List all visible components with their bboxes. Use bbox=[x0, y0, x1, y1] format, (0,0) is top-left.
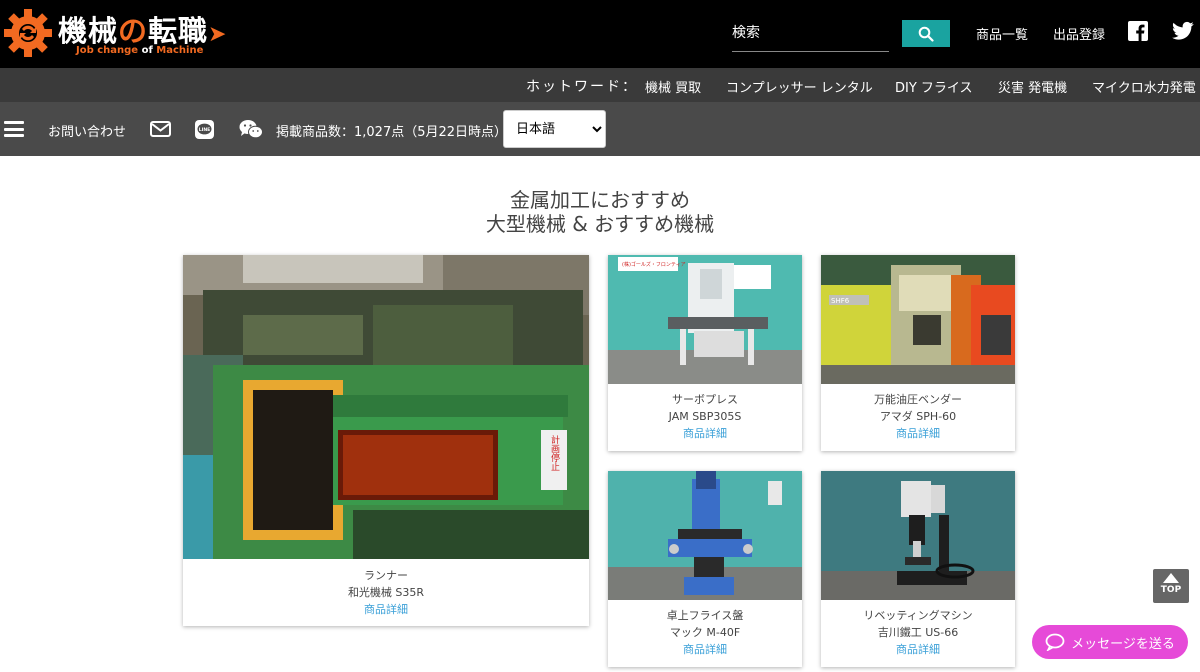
product-name: アマダ SPH-60 bbox=[879, 410, 957, 423]
product-photo bbox=[608, 471, 802, 600]
product-name: JAM SBP305S bbox=[668, 410, 742, 423]
hotword-link[interactable]: 災害 発電機 bbox=[998, 77, 1067, 96]
logo-arrow-icon: ➤ bbox=[208, 22, 228, 47]
product-name: 和光機械 S35R bbox=[347, 586, 425, 599]
mail-icon[interactable] bbox=[150, 121, 171, 137]
search-button[interactable] bbox=[902, 20, 950, 47]
section-title-line2: 大型機械 & おすすめ機械 bbox=[485, 212, 715, 236]
gear-logo-icon bbox=[4, 9, 52, 57]
back-to-top-label: TOP bbox=[1160, 585, 1182, 595]
language-select[interactable]: 日本語 bbox=[503, 110, 606, 148]
product-card[interactable]: リベッティングマシン 吉川鐵工 US-66 商品詳細 bbox=[821, 471, 1015, 667]
hotword-link[interactable]: DIY フライス bbox=[895, 77, 973, 96]
nav-product-list-link[interactable]: 商品一覧 bbox=[976, 24, 1028, 43]
logo-title: 機械の転職➤ bbox=[58, 14, 228, 48]
product-category: ランナー bbox=[364, 569, 408, 582]
hotword-label: ホットワード： bbox=[526, 79, 638, 95]
arrow-up-icon bbox=[1163, 573, 1179, 583]
product-detail-link[interactable]: 商品詳細 bbox=[608, 641, 802, 658]
product-category: 卓上フライス盤 bbox=[666, 609, 744, 622]
nav-listing-register-link[interactable]: 出品登録 bbox=[1053, 24, 1105, 43]
facebook-icon[interactable] bbox=[1128, 21, 1148, 41]
hotword-link[interactable]: 機械 買取 bbox=[645, 77, 701, 96]
product-category: 万能油圧ベンダー bbox=[874, 393, 962, 406]
wechat-icon[interactable] bbox=[239, 119, 263, 139]
hotword-link[interactable]: コンプレッサー レンタル bbox=[726, 77, 873, 96]
product-category: リベッティングマシン bbox=[863, 609, 973, 622]
search-icon bbox=[918, 26, 934, 42]
send-message-button[interactable]: メッセージを送る bbox=[1032, 625, 1188, 659]
product-photo: 計画停止 bbox=[183, 255, 589, 559]
product-detail-link[interactable]: 商品詳細 bbox=[183, 601, 589, 618]
product-detail-link[interactable]: 商品詳細 bbox=[821, 641, 1015, 658]
product-name: マック M-40F bbox=[669, 626, 741, 639]
hotword-link[interactable]: マイクロ水力発電 bbox=[1092, 77, 1196, 96]
svg-text:LINE: LINE bbox=[199, 127, 211, 133]
chat-bubble-icon bbox=[1045, 633, 1065, 651]
twitter-icon[interactable] bbox=[1172, 21, 1194, 41]
product-card[interactable]: (株)ゴールズ・フロンティア サーボプレス JAM SBP305S 商品詳細 bbox=[608, 255, 802, 451]
product-photo: SHF6 bbox=[821, 255, 1015, 384]
listing-count-text: 掲載商品数：1,027点（5月22日時点） bbox=[276, 125, 508, 140]
press-sign-text: (株)ゴールズ・フロンティア bbox=[622, 261, 686, 268]
hotword-bar: ホットワード： 機械 買取 コンプレッサー レンタル DIY フライス 災害 発… bbox=[0, 68, 1200, 102]
site-logo[interactable]: 機械の転職➤ Job change of Machine bbox=[2, 5, 232, 63]
product-category: サーボプレス bbox=[672, 393, 738, 406]
search-input[interactable] bbox=[732, 14, 889, 52]
product-card[interactable]: 卓上フライス盤 マック M-40F 商品詳細 bbox=[608, 471, 802, 667]
product-card[interactable]: SHF6 万能油圧ベンダー アマダ SPH-60 商品詳細 bbox=[821, 255, 1015, 451]
product-name: 吉川鐵工 US-66 bbox=[877, 626, 959, 639]
hamburger-menu-icon[interactable] bbox=[4, 121, 24, 137]
product-card[interactable]: 計画停止 ランナー 和光機械 S35R 商品詳細 bbox=[183, 255, 589, 626]
send-message-label: メッセージを送る bbox=[1071, 636, 1175, 652]
back-to-top-button[interactable]: TOP bbox=[1153, 569, 1189, 603]
contact-link[interactable]: お問い合わせ bbox=[48, 121, 126, 140]
product-detail-link[interactable]: 商品詳細 bbox=[608, 425, 802, 442]
header-bar: 機械の転職➤ Job change of Machine 商品一覧 出品登録 bbox=[0, 0, 1200, 68]
bender-label-text: SHF6 bbox=[831, 297, 850, 305]
line-icon[interactable]: LINE bbox=[195, 120, 214, 139]
product-photo bbox=[821, 471, 1015, 600]
product-detail-link[interactable]: 商品詳細 bbox=[821, 425, 1015, 442]
stop-sign-text: 計画停止 bbox=[549, 434, 560, 471]
logo-subtitle: Job change of Machine bbox=[76, 45, 204, 56]
product-photo: (株)ゴールズ・フロンティア bbox=[608, 255, 802, 384]
